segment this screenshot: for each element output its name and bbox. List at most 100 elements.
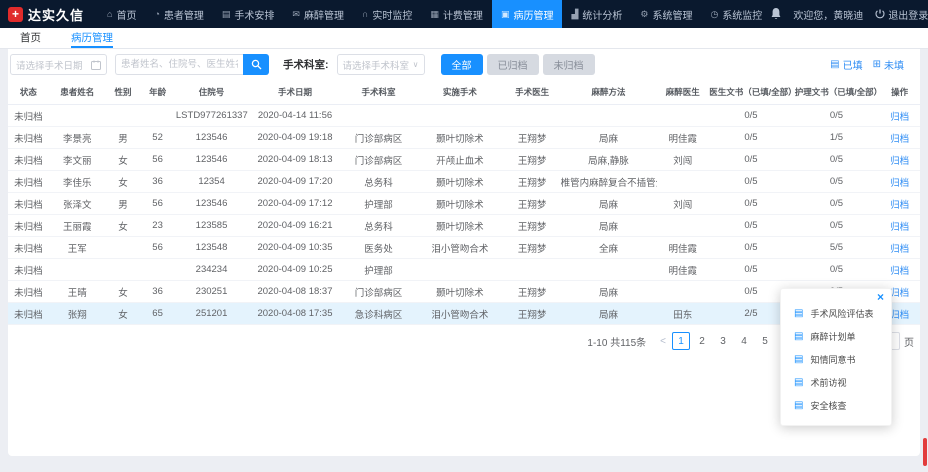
nav-item-anesthesia[interactable]: ✉麻醉管理: [283, 0, 353, 28]
column-header: 麻醉医生: [657, 80, 708, 105]
page-number-4[interactable]: 4: [735, 332, 753, 350]
table-cell: 123548: [175, 237, 248, 259]
archive-link[interactable]: 归档: [890, 200, 909, 211]
action-cell: 归档: [879, 237, 920, 259]
table-cell: 总务科: [342, 171, 415, 193]
surgery-date-picker[interactable]: 请选择手术日期: [10, 54, 107, 75]
nav-item-patients[interactable]: ◔患者管理: [145, 0, 212, 28]
calendar-icon: [91, 60, 101, 70]
tab-home[interactable]: 首页: [20, 28, 41, 48]
logout-button[interactable]: 退出登录: [875, 7, 928, 22]
popup-item-informed-consent[interactable]: ▤知情同意书: [781, 348, 891, 371]
table-cell: 234234: [175, 259, 248, 281]
dept-placeholder: 请选择手术科室: [343, 58, 410, 72]
search-button[interactable]: [243, 54, 269, 75]
archive-link[interactable]: 归档: [890, 112, 909, 123]
table-cell: 2020-04-14 11:56: [248, 105, 342, 127]
table-cell: 王翔梦: [505, 193, 560, 215]
table-cell: [140, 259, 175, 281]
nav-item-statistics[interactable]: ▟统计分析: [562, 0, 631, 28]
popup-item-safety-check[interactable]: ▤安全核查: [781, 394, 891, 417]
table-cell: 未归档: [8, 193, 49, 215]
page-number-2[interactable]: 2: [693, 332, 711, 350]
archive-link[interactable]: 归档: [890, 178, 909, 189]
bell-icon[interactable]: [771, 8, 781, 20]
popup-item-preoperative-visit[interactable]: ▤术前访视: [781, 371, 891, 394]
table-cell: 0/5: [794, 149, 880, 171]
close-icon[interactable]: ×: [877, 291, 884, 303]
nav-item-surgery-schedule[interactable]: ▤手术安排: [213, 0, 284, 28]
search-input[interactable]: [115, 54, 243, 75]
link-unfilled[interactable]: ⊞未填: [873, 57, 904, 72]
column-header: 手术医生: [505, 80, 560, 105]
table-cell: 李佳乐: [49, 171, 106, 193]
table-cell: 王晴: [49, 281, 106, 303]
table-cell: 123546: [175, 127, 248, 149]
table-cell: 0/5: [794, 259, 880, 281]
prev-page-arrow[interactable]: <: [657, 336, 669, 347]
archive-link[interactable]: 归档: [890, 266, 909, 277]
column-header: 状态: [8, 80, 49, 105]
table-cell: 56: [140, 237, 175, 259]
table-cell: [560, 105, 658, 127]
nav-item-label: 病历管理: [513, 7, 553, 22]
archive-link[interactable]: 归档: [890, 156, 909, 167]
mail-icon: ✉: [292, 9, 300, 20]
nav-item-system-monitor[interactable]: ◷系统监控: [701, 0, 771, 28]
billing-icon: ▦: [430, 9, 439, 20]
page-number-3[interactable]: 3: [714, 332, 732, 350]
column-header: 手术日期: [248, 80, 342, 105]
table-cell: 未归档: [8, 171, 49, 193]
table-cell: 李文丽: [49, 149, 106, 171]
nav-item-system-admin[interactable]: ⚙ 系统管理: [631, 0, 701, 28]
nav-item-home[interactable]: ⌂ 首页: [98, 0, 145, 28]
table-cell: 局麻: [560, 193, 658, 215]
page-numbers: 12345: [672, 332, 774, 350]
scrollbar-thumb[interactable]: [923, 438, 927, 466]
pagination-summary: 1-10 共115条: [587, 334, 646, 349]
jump-suffix: 页: [904, 334, 914, 349]
action-cell: 归档: [879, 215, 920, 237]
popup-item-anesthesia-plan[interactable]: ▤麻醉计划单: [781, 325, 891, 348]
table-cell: 12354: [175, 171, 248, 193]
archive-link[interactable]: 归档: [890, 288, 909, 299]
nav-item-label: 实时监控: [372, 7, 412, 22]
nav-item-billing[interactable]: ▦计费管理: [421, 0, 492, 28]
table-cell: [505, 259, 560, 281]
column-header: 医生文书（已填/全部）: [708, 80, 794, 105]
popup-item-surgery-risk-assessment[interactable]: ▤手术风险评估表: [781, 302, 891, 325]
table-header-row: 状态患者姓名性别年龄住院号手术日期手术科室实施手术手术医生麻醉方法麻醉医生医生文…: [8, 80, 920, 105]
table-cell: 刘闯: [657, 149, 708, 171]
nav-item-label: 首页: [116, 7, 136, 22]
table-cell: 未归档: [8, 237, 49, 259]
gear-icon: ⚙: [640, 9, 648, 20]
segment-button-2[interactable]: 未归档: [543, 54, 595, 75]
link-filled[interactable]: ▤已填: [830, 57, 862, 72]
table-cell: 颞叶切除术: [415, 281, 505, 303]
bar-chart-icon: ▟: [571, 9, 578, 20]
dept-label: 手术科室:: [283, 57, 329, 72]
table-cell: 36: [140, 171, 175, 193]
table-cell: 女: [106, 281, 141, 303]
archive-link[interactable]: 归档: [890, 244, 909, 255]
archive-link[interactable]: 归档: [890, 222, 909, 233]
nav-item-label: 系统管理: [652, 7, 692, 22]
page-number-1[interactable]: 1: [672, 332, 690, 350]
dept-select[interactable]: 请选择手术科室 ∨: [337, 54, 425, 75]
chevron-down-icon: ∨: [413, 60, 419, 69]
nav-item-realtime-monitor[interactable]: ∩实时监控: [353, 0, 421, 28]
table-cell: 王翔梦: [505, 215, 560, 237]
home-icon: ⌂: [107, 9, 112, 19]
table-cell: 2020-04-09 18:13: [248, 149, 342, 171]
table-cell: 急诊科病区: [342, 303, 415, 325]
brand-name: 达实久信: [28, 5, 84, 24]
archive-link[interactable]: 归档: [890, 134, 909, 145]
tab-medical-records[interactable]: 病历管理: [71, 28, 113, 48]
nav-item-medical-records[interactable]: ▣病历管理: [492, 0, 563, 28]
segment-button-1[interactable]: 已归档: [487, 54, 539, 75]
popup-item-label: 知情同意书: [810, 353, 855, 366]
archive-link[interactable]: 归档: [890, 310, 909, 321]
document-icon: ▤: [794, 400, 803, 411]
segment-button-0[interactable]: 全部: [441, 54, 483, 75]
page-number-5[interactable]: 5: [756, 332, 774, 350]
